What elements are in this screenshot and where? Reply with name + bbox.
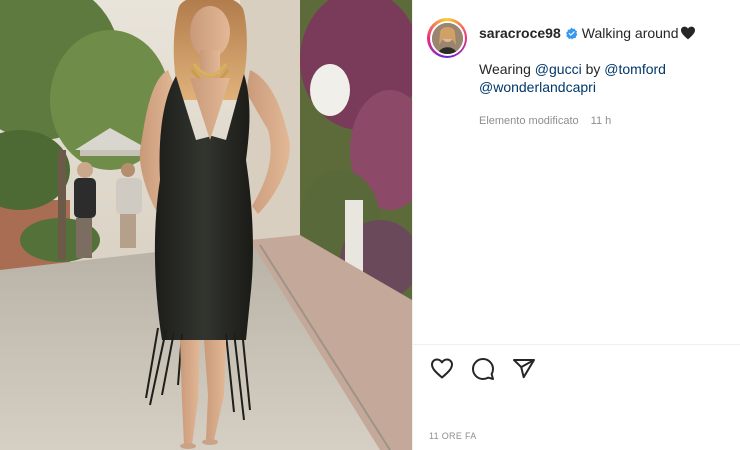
mention-gucci[interactable]: @gucci [535,61,582,77]
comment-button[interactable] [470,356,496,382]
heart-outline-icon [431,358,453,379]
caption-wearing: Wearing [479,61,531,77]
post-side-panel: saracroce98 Walking around Wearing @gucc… [412,0,740,450]
avatar-frame [429,20,465,56]
post-timestamp[interactable]: 11 ORE FA [429,431,477,441]
instagram-post: saracroce98 Walking around Wearing @gucc… [0,0,740,450]
caption-body: saracroce98 Walking around Wearing @gucc… [479,24,696,130]
avatar[interactable] [431,22,463,54]
avatar-image [431,22,463,54]
edited-label: Elemento modificato [479,115,579,127]
relative-time[interactable]: 11 h [591,112,612,130]
username-link[interactable]: saracroce98 [479,24,561,42]
black-heart-emoji [680,26,695,40]
story-ring[interactable] [427,18,467,58]
caption-text: Walking around [581,25,679,41]
action-bar [429,356,537,382]
caption-by: by [585,61,601,77]
caption-mentions: Wearing @gucci by @tomford @wonderlandca… [479,60,696,96]
comment-bubble-icon [472,358,494,380]
share-button[interactable] [511,356,537,382]
mention-tomford[interactable]: @tomford [604,61,666,77]
like-button[interactable] [429,356,455,382]
caption-meta: Elemento modificato 11 h [479,112,696,130]
post-photo[interactable] [0,0,412,450]
caption-first-line: saracroce98 Walking around [479,24,696,42]
photo-illustration [0,0,412,450]
mention-wonderlandcapri[interactable]: @wonderlandcapri [479,79,596,95]
caption-row: saracroce98 Walking around Wearing @gucc… [427,18,728,130]
verified-badge-icon [565,27,578,39]
divider [413,344,740,345]
paper-plane-icon [513,359,535,379]
